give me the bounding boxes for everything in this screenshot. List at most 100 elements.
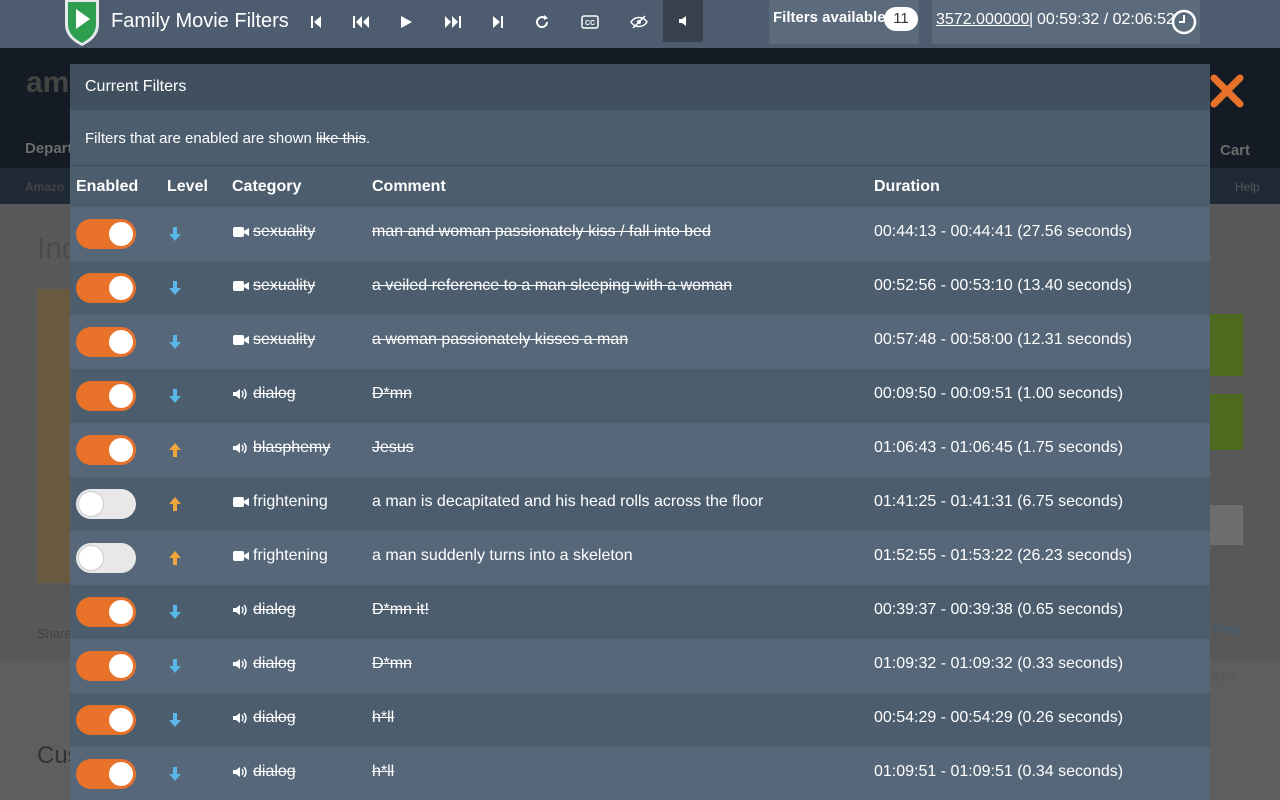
- duration-cell: 01:52:55 - 01:53:22 (26.23 seconds): [874, 547, 1132, 564]
- comment-cell: a veiled reference to a man sleeping wit…: [372, 277, 733, 294]
- column-duration[interactable]: Duration: [874, 178, 940, 196]
- duration-cell: 00:44:13 - 00:44:41 (27.56 seconds): [874, 223, 1132, 240]
- category-label: dialog: [253, 601, 296, 618]
- speaker-icon: [232, 387, 250, 401]
- fast-forward-icon[interactable]: [436, 8, 470, 36]
- enabled-toggle[interactable]: [76, 219, 136, 249]
- refresh-icon[interactable]: [525, 8, 559, 36]
- note-example: like this: [315, 130, 366, 147]
- table-row: dialog h*ll 01:09:51 - 01:09:51 (0.34 seco…: [70, 747, 1210, 800]
- skip-end-icon[interactable]: [481, 8, 515, 36]
- toggle-knob: [109, 222, 133, 246]
- comment-cell: Jesus: [372, 439, 414, 456]
- table-row: frightening a man is decapitated and his …: [70, 477, 1210, 531]
- duration-cell: 01:06:43 - 01:06:45 (1.75 seconds): [874, 439, 1124, 456]
- category-cell: dialog: [232, 709, 296, 727]
- background-poster: [37, 289, 70, 583]
- close-icon[interactable]: [1210, 74, 1244, 108]
- category-cell: frightening: [232, 493, 328, 511]
- enabled-toggle[interactable]: [76, 435, 136, 465]
- play-icon[interactable]: [389, 8, 423, 36]
- comment-cell: D*mn: [372, 385, 413, 402]
- time-readout: 00:59:32 / 02:06:52: [1037, 11, 1175, 28]
- filters-count-badge[interactable]: 11: [884, 7, 918, 31]
- enabled-toggle[interactable]: [76, 489, 136, 519]
- category-cell: sexuality: [232, 331, 315, 349]
- toggle-knob: [109, 384, 133, 408]
- svg-text:CC: CC: [585, 20, 595, 27]
- video-camera-icon: [232, 495, 250, 509]
- table-row: sexuality man and woman passionately kiss…: [70, 207, 1210, 261]
- volume-icon[interactable]: [663, 0, 703, 42]
- category-cell: sexuality: [232, 277, 315, 295]
- dialog-note: Filters that are enabled are shown like …: [70, 110, 1210, 166]
- enabled-toggle[interactable]: [76, 705, 136, 735]
- enabled-toggle[interactable]: [76, 327, 136, 357]
- enabled-toggle[interactable]: [76, 381, 136, 411]
- category-label: dialog: [253, 655, 296, 672]
- background-help: Help: [1235, 180, 1260, 194]
- category-cell: frightening: [232, 547, 328, 565]
- comment-cell: man and woman passionately kiss / fall i…: [372, 223, 711, 240]
- duration-cell: 01:09:51 - 01:09:51 (0.34 seconds): [874, 763, 1124, 780]
- background-apply: apply.: [1210, 670, 1239, 682]
- column-level[interactable]: Level: [167, 178, 208, 196]
- toggle-knob: [79, 546, 103, 570]
- duration-cell: 00:52:56 - 00:53:10 (13.40 seconds): [874, 277, 1132, 294]
- category-label: dialog: [253, 763, 296, 780]
- category-label: frightening: [253, 547, 328, 564]
- enabled-toggle[interactable]: [76, 543, 136, 573]
- arrow-down-icon: [167, 225, 183, 243]
- skip-start-icon[interactable]: [299, 8, 333, 36]
- app-title: Family Movie Filters: [111, 10, 289, 32]
- comment-cell: h*ll: [372, 709, 395, 726]
- video-camera-icon: [232, 549, 250, 563]
- cc-icon[interactable]: CC: [573, 8, 607, 36]
- rewind-icon[interactable]: [344, 8, 378, 36]
- enabled-toggle[interactable]: [76, 651, 136, 681]
- table-row: dialog h*ll 00:54:29 - 00:54:29 (0.26 seco…: [70, 693, 1210, 747]
- table-row: dialog D*mn 01:09:32 - 01:09:32 (0.33 seco…: [70, 639, 1210, 693]
- arrow-down-icon: [167, 387, 183, 405]
- filters-available-label: Filters available:: [773, 9, 891, 26]
- column-enabled[interactable]: Enabled: [76, 178, 138, 196]
- note-prefix: Filters that are enabled are shown: [85, 130, 316, 147]
- speaker-icon: [232, 441, 250, 455]
- filters-table-body: sexuality man and woman passionately kiss…: [70, 207, 1210, 800]
- background-help-link: Help: [1214, 621, 1241, 636]
- enabled-toggle[interactable]: [76, 759, 136, 789]
- background-share: Share: [37, 626, 72, 641]
- category-label: blasphemy: [253, 439, 331, 456]
- background-cart: Cart: [1220, 142, 1251, 159]
- enabled-toggle[interactable]: [76, 597, 136, 627]
- column-comment[interactable]: Comment: [372, 178, 446, 196]
- toggle-knob: [109, 330, 133, 354]
- column-category[interactable]: Category: [232, 178, 301, 196]
- category-label: sexuality: [253, 331, 316, 348]
- position-link[interactable]: 3572.000000: [936, 11, 1029, 29]
- clock-icon[interactable]: [1171, 9, 1197, 40]
- dialog-title: Current Filters: [70, 64, 1210, 110]
- background-button-green: [1210, 314, 1243, 376]
- toggle-knob: [109, 276, 133, 300]
- toggle-knob: [79, 492, 103, 516]
- comment-cell: a man is decapitated and his head rolls …: [372, 493, 764, 510]
- arrow-down-icon: [167, 711, 183, 729]
- speaker-icon: [232, 765, 250, 779]
- speaker-icon: [232, 657, 250, 671]
- arrow-up-icon: [167, 495, 183, 513]
- table-header: Enabled Level Category Comment Duration: [70, 176, 1210, 206]
- comment-cell: a woman passionately kisses a man: [372, 331, 629, 348]
- comment-cell: D*mn: [372, 655, 413, 672]
- category-cell: blasphemy: [232, 439, 330, 457]
- category-label: dialog: [253, 709, 296, 726]
- category-cell: dialog: [232, 385, 296, 403]
- category-cell: dialog: [232, 655, 296, 673]
- table-row: frightening a man suddenly turns into a s…: [70, 531, 1210, 585]
- comment-cell: D*mn it!: [372, 601, 429, 618]
- category-label: dialog: [253, 385, 296, 402]
- speaker-icon: [232, 603, 250, 617]
- enabled-toggle[interactable]: [76, 273, 136, 303]
- background-button-green-2: [1210, 394, 1243, 450]
- hide-icon[interactable]: [622, 8, 656, 36]
